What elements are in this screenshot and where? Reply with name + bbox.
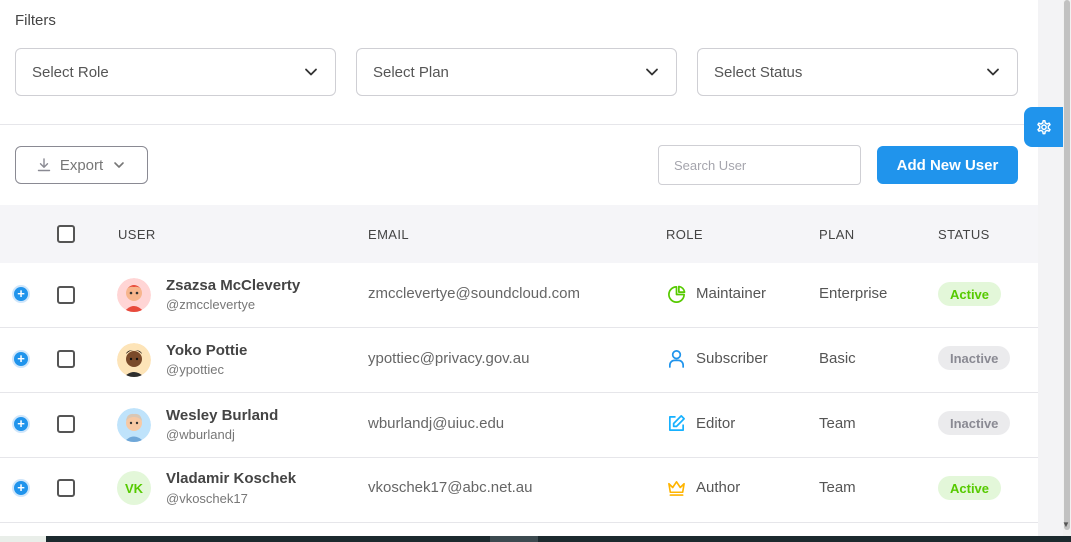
- scroll-down-arrow-icon[interactable]: ▼: [1062, 520, 1070, 529]
- plan-select-value: Select Plan: [373, 63, 449, 81]
- status-badge: Inactive: [938, 411, 1011, 435]
- status-badge: Inactive: [938, 346, 1011, 370]
- filters-title: Filters: [15, 12, 56, 29]
- user-plan: Basic: [819, 350, 856, 367]
- user-email: vkoschek17@abc.net.au: [368, 479, 533, 496]
- user-email: wburlandj@uiuc.edu: [368, 415, 505, 432]
- user-role: Author: [696, 479, 741, 496]
- row-checkbox[interactable]: [57, 286, 75, 304]
- expand-row-icon[interactable]: +: [12, 285, 30, 303]
- user-handle: @vkoschek17: [166, 491, 248, 506]
- taskbar: [0, 536, 1071, 542]
- filters-divider: [0, 124, 1038, 125]
- role-select[interactable]: Select Role: [15, 48, 336, 96]
- search-user-input[interactable]: [658, 145, 861, 185]
- select-all-checkbox[interactable]: [57, 225, 75, 243]
- table-header: USER EMAIL ROLE PLAN STATUS: [0, 205, 1038, 263]
- expand-row-icon[interactable]: +: [12, 479, 30, 497]
- user-icon: [668, 350, 685, 368]
- user-handle: @zmcclevertye: [166, 297, 256, 312]
- user-handle: @wburlandj: [166, 427, 235, 442]
- user-plan: Team: [819, 415, 856, 432]
- plan-select[interactable]: Select Plan: [356, 48, 677, 96]
- table-row: + Zsazsa McCleverty @zmcclevertye zmccle…: [0, 263, 1038, 328]
- column-header-status[interactable]: STATUS: [938, 227, 990, 242]
- chevron-down-icon: [646, 68, 658, 76]
- avatar: VK: [117, 471, 151, 505]
- user-handle: @ypottiec: [166, 362, 224, 377]
- user-name[interactable]: Wesley Burland: [166, 407, 278, 424]
- expand-row-icon[interactable]: +: [12, 350, 30, 368]
- table-row: + Yoko Pottie @ypottiec ypottiec@privacy…: [0, 328, 1038, 393]
- edit-icon: [668, 415, 685, 432]
- user-name[interactable]: Vladamir Koschek: [166, 470, 296, 487]
- row-checkbox[interactable]: [57, 350, 75, 368]
- user-email: zmcclevertye@soundcloud.com: [368, 285, 580, 302]
- status-badge: Active: [938, 282, 1002, 306]
- avatar: [117, 343, 151, 377]
- column-header-user[interactable]: USER: [118, 227, 156, 242]
- avatar: [117, 278, 151, 312]
- user-plan: Team: [819, 479, 856, 496]
- taskbar-app-item[interactable]: [490, 536, 538, 542]
- table-row: + VK Vladamir Koschek @vkoschek17 vkosch…: [0, 458, 1038, 523]
- pie-chart-icon: [668, 285, 686, 303]
- download-icon: [37, 158, 51, 172]
- user-email: ypottiec@privacy.gov.au: [368, 350, 530, 367]
- status-select-value: Select Status: [714, 63, 803, 81]
- user-name[interactable]: Zsazsa McCleverty: [166, 277, 300, 294]
- column-header-email[interactable]: EMAIL: [368, 227, 409, 242]
- table-row: + Wesley Burland @wburlandj wburlandj@ui…: [0, 393, 1038, 458]
- user-list-panel: Filters Select Role Select Plan Select S…: [0, 0, 1038, 536]
- status-select[interactable]: Select Status: [697, 48, 1018, 96]
- role-select-value: Select Role: [32, 63, 109, 81]
- chevron-down-icon: [305, 68, 317, 76]
- row-checkbox[interactable]: [57, 415, 75, 433]
- status-badge: Active: [938, 476, 1002, 500]
- user-role: Editor: [696, 415, 736, 432]
- customizer-toggle-button[interactable]: [1024, 107, 1064, 147]
- export-label: Export: [59, 156, 104, 174]
- scrollbar-thumb[interactable]: [1064, 0, 1070, 530]
- gear-icon: [1037, 120, 1051, 135]
- user-plan: Enterprise: [819, 285, 888, 302]
- export-button[interactable]: Export: [15, 146, 148, 184]
- user-role: Maintainer: [696, 285, 767, 302]
- column-header-plan[interactable]: PLAN: [819, 227, 855, 242]
- row-checkbox[interactable]: [57, 479, 75, 497]
- chevron-down-icon: [114, 162, 124, 168]
- add-new-user-button[interactable]: Add New User: [877, 146, 1018, 184]
- user-name[interactable]: Yoko Pottie: [166, 342, 247, 359]
- user-role: Subscriber: [696, 350, 768, 367]
- column-header-role[interactable]: ROLE: [666, 227, 703, 242]
- crown-icon: [668, 480, 685, 496]
- chevron-down-icon: [987, 68, 999, 76]
- avatar: [117, 408, 151, 442]
- expand-row-icon[interactable]: +: [12, 415, 30, 433]
- taskbar-start-area[interactable]: [0, 536, 46, 542]
